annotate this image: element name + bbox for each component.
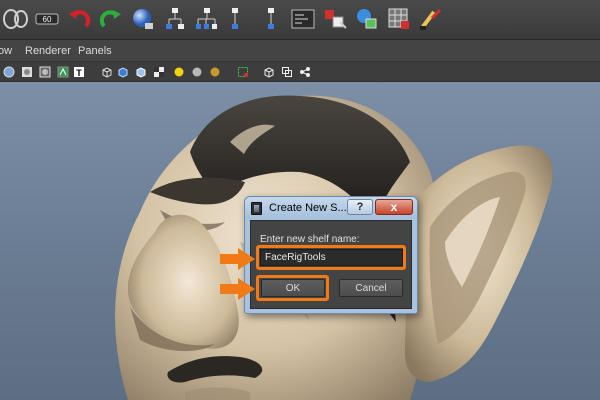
show-hide-icon[interactable] bbox=[0, 4, 30, 34]
checker-icon[interactable] bbox=[152, 65, 166, 79]
svg-text:T: T bbox=[76, 68, 82, 78]
select-icon[interactable] bbox=[320, 4, 350, 34]
shelf-name-label: Enter new shelf name: bbox=[260, 234, 360, 245]
grey-ball-icon[interactable] bbox=[190, 65, 204, 79]
brush-icon[interactable] bbox=[416, 4, 446, 34]
arrow-right-icon bbox=[220, 248, 255, 270]
camera-icon[interactable] bbox=[280, 65, 294, 79]
grid-icon[interactable] bbox=[384, 4, 414, 34]
svg-text:60: 60 bbox=[43, 15, 52, 24]
ok-highlight-box bbox=[256, 275, 329, 301]
help-button[interactable]: ? bbox=[347, 199, 373, 215]
cube-icon[interactable] bbox=[134, 65, 148, 79]
input-highlight-box bbox=[256, 245, 406, 270]
panel-menubar: ow Renderer Panels bbox=[0, 40, 600, 62]
paint-icon[interactable] bbox=[352, 4, 382, 34]
editor-icon[interactable] bbox=[288, 4, 318, 34]
dialog-titlebar[interactable]: Create New S... ? x bbox=[245, 197, 417, 219]
frame-select-icon[interactable] bbox=[236, 65, 250, 79]
close-button[interactable]: x bbox=[375, 199, 413, 215]
shaded-icon[interactable] bbox=[2, 65, 16, 79]
redo-icon[interactable] bbox=[96, 4, 126, 34]
dialog-title: Create New S... bbox=[269, 202, 347, 214]
cube-outline-icon[interactable] bbox=[262, 65, 276, 79]
texture-icon[interactable] bbox=[56, 65, 70, 79]
smooth-icon[interactable] bbox=[20, 65, 34, 79]
text-icon[interactable]: T bbox=[72, 65, 86, 79]
shelf-toolbar: 60 bbox=[0, 0, 600, 40]
wire-binding-icon[interactable]: 60 bbox=[32, 4, 62, 34]
wire-icon[interactable] bbox=[38, 65, 52, 79]
hierarchy-icon[interactable] bbox=[224, 4, 254, 34]
maya-app-icon bbox=[251, 202, 262, 215]
menu-show[interactable]: ow bbox=[0, 45, 12, 57]
hierarchy-icon[interactable] bbox=[160, 4, 190, 34]
solid-cube-icon[interactable] bbox=[116, 65, 130, 79]
share-icon[interactable] bbox=[298, 65, 312, 79]
light-icon[interactable] bbox=[172, 65, 186, 79]
cancel-button[interactable]: Cancel bbox=[339, 279, 403, 297]
hierarchy-icon[interactable] bbox=[256, 4, 286, 34]
sphere-icon[interactable] bbox=[128, 4, 158, 34]
undo-icon[interactable] bbox=[64, 4, 94, 34]
arrow-right-icon bbox=[220, 278, 255, 300]
menu-panels[interactable]: Panels bbox=[78, 45, 112, 57]
wireframe-cube-icon[interactable] bbox=[100, 65, 114, 79]
gold-ball-icon[interactable] bbox=[208, 65, 222, 79]
hierarchy-icon[interactable] bbox=[192, 4, 222, 34]
menu-renderer[interactable]: Renderer bbox=[25, 45, 71, 57]
panel-toolbar: T bbox=[0, 62, 600, 82]
